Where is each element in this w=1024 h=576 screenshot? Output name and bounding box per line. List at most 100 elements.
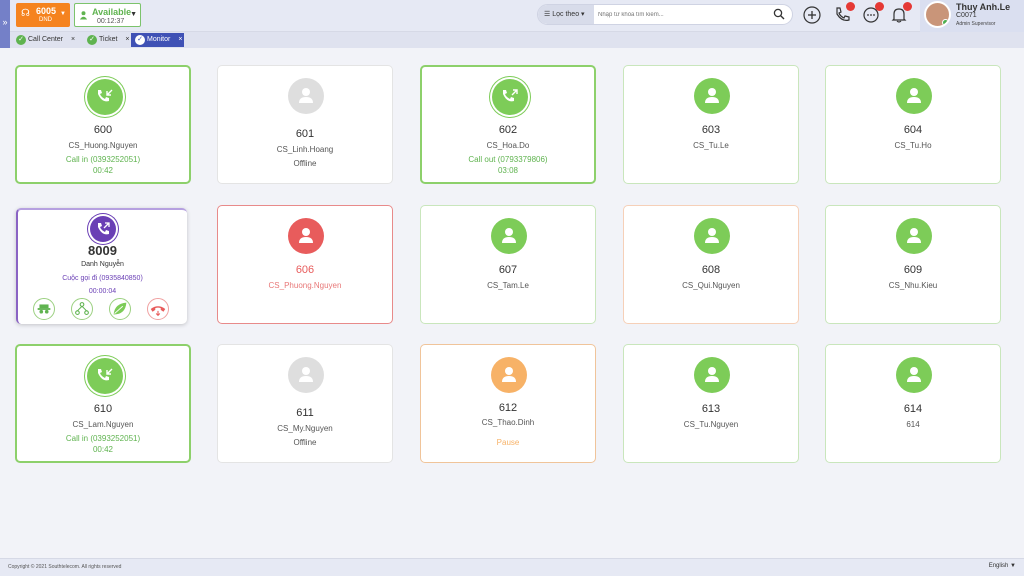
filter-dropdown[interactable]: ☰ Lọc theo ▾ <box>538 5 594 24</box>
agent-extension: 600 <box>93 124 113 136</box>
agent-name: CS_Lam.Nguyen <box>72 420 134 429</box>
agent-status-text: Offline <box>293 438 317 447</box>
person-icon <box>694 357 730 393</box>
agent-extension: 602 <box>498 124 518 136</box>
agent-card[interactable]: 612 CS_Thao.Dinh Pause <box>420 344 596 463</box>
phone-icon[interactable] <box>832 2 855 25</box>
conference-button[interactable] <box>71 298 93 320</box>
agent-status-text: Call in (0393252051) <box>65 434 141 443</box>
agent-extension: 607 <box>498 264 518 276</box>
filter-label: Lọc theo <box>552 11 580 18</box>
agent-card[interactable]: 611 CS_My.Nguyen Offline <box>217 344 393 463</box>
agent-name: CS_Nhu.Kieu <box>888 281 938 290</box>
outgoing-call-icon <box>492 79 528 115</box>
agent-card[interactable]: 614 614 <box>825 344 1001 463</box>
user-code: C0071 <box>956 12 977 19</box>
person-icon <box>694 218 730 254</box>
agent-extension: 603 <box>701 124 721 136</box>
call-duration: 03:08 <box>497 166 519 175</box>
agent-card[interactable]: 613 CS_Tu.Nguyen <box>623 344 799 463</box>
agent-card[interactable]: 601 CS_Linh.Hoang Offline <box>217 65 393 184</box>
language-selector[interactable]: English ▼ <box>989 563 1016 569</box>
agent-extension: 611 <box>296 407 314 419</box>
tab-call-center[interactable]: ✓ Call Center × <box>12 33 82 47</box>
agent-extension: 608 <box>701 264 721 276</box>
agent-extension: 601 <box>295 128 315 140</box>
agent-name: Danh Nguyễn <box>81 261 124 268</box>
user-profile[interactable]: Thuy Anh.Le C0071 Admin Supervisor <box>920 0 1024 32</box>
agent-status-timer: 00:12:37 <box>97 18 125 25</box>
incoming-call-icon <box>87 358 123 394</box>
agent-status-text: Call out (0793379806) <box>468 155 548 164</box>
call-duration: 00:00:04 <box>88 288 117 295</box>
tab-label: Ticket <box>99 36 118 43</box>
agent-card[interactable]: 604 CS_Tu.Ho <box>825 65 1001 184</box>
conference-icon <box>75 302 89 315</box>
check-icon: ✓ <box>135 35 145 45</box>
agent-status-dropdown[interactable]: Available 00:12:37 ▼ <box>74 3 141 27</box>
double-chevron-right-icon: » <box>2 17 8 27</box>
chat-icon[interactable] <box>861 2 884 25</box>
bell-icon[interactable] <box>889 2 912 25</box>
search-input[interactable] <box>598 8 768 21</box>
hangup-button[interactable] <box>147 298 169 320</box>
agent-extension: 610 <box>93 403 113 415</box>
person-icon <box>491 218 527 254</box>
check-icon: ✓ <box>87 35 97 45</box>
agent-extension: 613 <box>701 403 721 415</box>
agent-card[interactable]: 609 CS_Nhu.Kieu <box>825 205 1001 324</box>
agent-card[interactable]: 600 CS_Huong.Nguyen Call in (0393252051) 00… <box>15 65 191 184</box>
agent-name: CS_Linh.Hoang <box>276 145 334 154</box>
headset-icon: ☊ <box>21 8 30 19</box>
agent-extension: 604 <box>903 124 923 136</box>
extension-dropdown[interactable]: ☊ 6005 DND ▼ <box>16 3 70 27</box>
chevron-down-icon: ▼ <box>60 11 66 17</box>
agent-card[interactable]: 608 CS_Qui.Nguyen <box>623 205 799 324</box>
close-icon[interactable]: × <box>125 36 129 43</box>
agent-name: CS_Tu.Nguyen <box>683 420 739 429</box>
tab-bar: ✓ Call Center × ✓ Ticket × ✓ Monitor × <box>10 32 1024 48</box>
call-duration: 00:42 <box>92 445 114 454</box>
person-icon <box>288 357 324 393</box>
tab-monitor[interactable]: ✓ Monitor × <box>131 33 184 47</box>
close-icon[interactable]: × <box>71 36 75 43</box>
agent-name: CS_Tu.Ho <box>894 141 932 150</box>
agent-status-text: Call in (0393252051) <box>65 155 141 164</box>
call-status: Cuộc gọi đi (0935840850) <box>62 275 143 282</box>
agent-status-text: Pause <box>496 438 520 447</box>
agent-name: CS_Qui.Nguyen <box>682 281 740 290</box>
agent-card[interactable]: 602 CS_Hoa.Do Call out (0793379806) 03:08 <box>420 65 596 184</box>
sidebar-toggle[interactable]: » <box>0 0 10 48</box>
person-icon <box>896 218 932 254</box>
agent-name: CS_Tam.Le <box>487 281 529 290</box>
notification-badge <box>846 2 855 11</box>
agent-name: CS_Hoa.Do <box>486 141 530 150</box>
agent-extension: 606 <box>295 264 315 276</box>
spy-button[interactable] <box>33 298 55 320</box>
whisper-button[interactable] <box>109 298 131 320</box>
spy-icon <box>37 304 51 314</box>
person-icon <box>896 357 932 393</box>
agent-extension: 612 <box>498 402 518 414</box>
avatar <box>924 1 951 28</box>
check-icon: ✓ <box>16 35 26 45</box>
copyright-text: Copyright © 2021 Southtelecom. All right… <box>8 564 122 570</box>
search-icon[interactable] <box>773 8 785 20</box>
notification-badge <box>875 2 884 11</box>
agent-card[interactable]: 603 CS_Tu.Le <box>623 65 799 184</box>
extension-status: DND <box>39 17 52 23</box>
agent-card-active-call[interactable]: 8009 Danh Nguyễn Cuộc gọi đi (0935840850… <box>16 208 187 324</box>
tab-ticket[interactable]: ✓ Ticket × <box>83 33 130 47</box>
add-icon[interactable] <box>802 5 822 25</box>
hangup-icon <box>150 306 166 317</box>
agent-name: CS_Huong.Nguyen <box>68 141 138 150</box>
top-bar: ☊ 6005 DND ▼ Available 00:12:37 ▼ ☰ Lọc … <box>0 0 1024 32</box>
agent-card[interactable]: 607 CS_Tam.Le <box>420 205 596 324</box>
person-icon <box>694 78 730 114</box>
agent-card[interactable]: 606 CS_Phuong.Nguyen <box>217 205 393 324</box>
agent-extension: 8009 <box>88 243 117 258</box>
agent-card[interactable]: 610 CS_Lam.Nguyen Call in (0393252051) 00:4… <box>15 344 191 463</box>
close-icon[interactable]: × <box>178 36 182 43</box>
agent-name: CS_Phuong.Nguyen <box>268 281 342 290</box>
chevron-down-icon: ▼ <box>130 11 137 18</box>
